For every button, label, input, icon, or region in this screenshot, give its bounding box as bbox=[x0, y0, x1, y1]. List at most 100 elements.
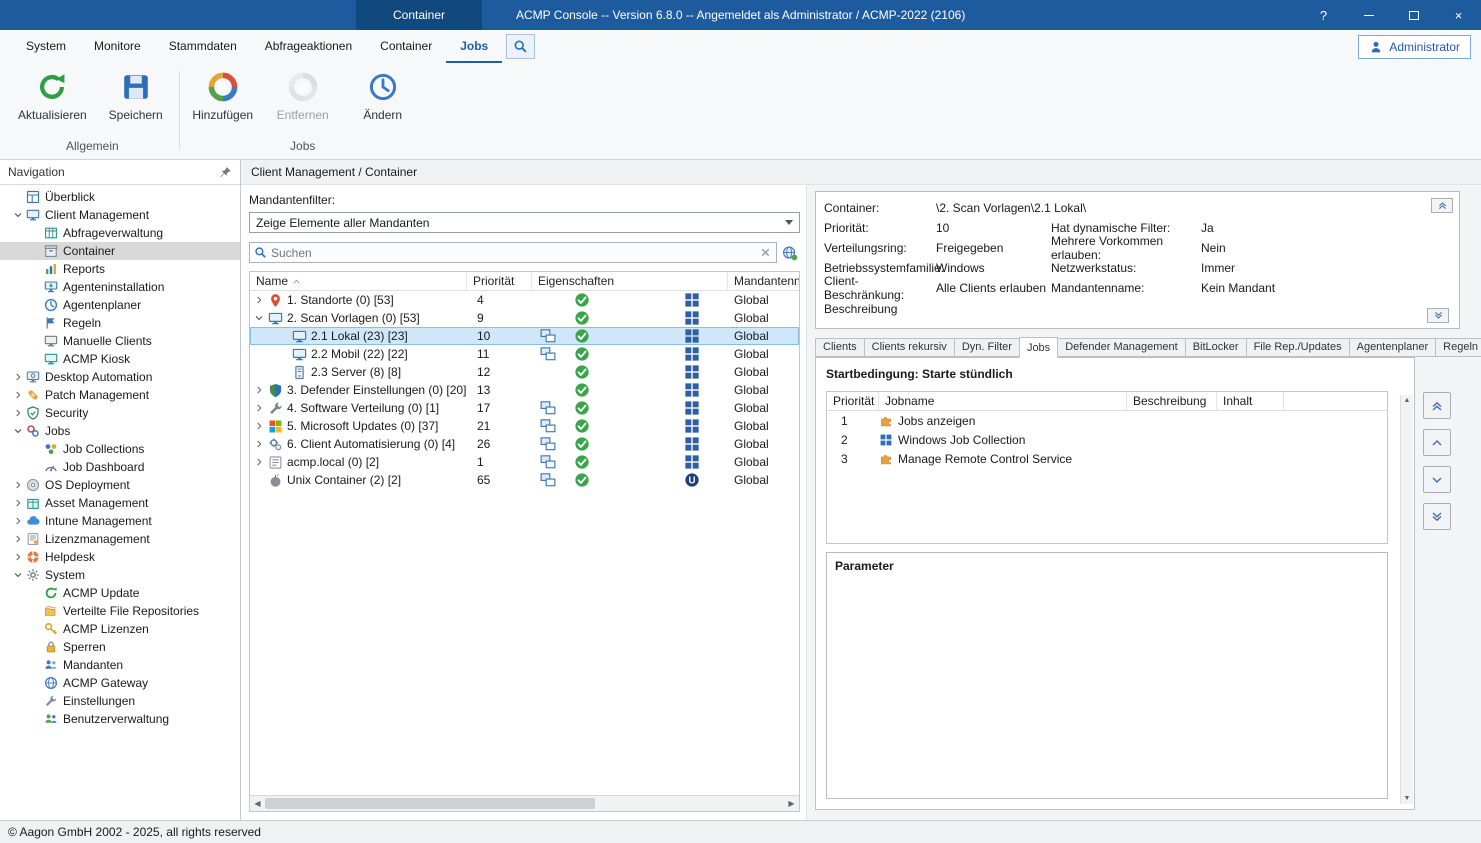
scroll-down-icon[interactable]: ▼ bbox=[1404, 795, 1411, 802]
chevron-right-icon[interactable] bbox=[254, 295, 268, 305]
container-row-3-defender-einstellungen-0-20[interactable]: 3. Defender Einstellungen (0) [20] 13 Gl… bbox=[250, 381, 799, 399]
container-row-acmp-local-0-2[interactable]: acmp.local (0) [2] 1 Global bbox=[250, 453, 799, 471]
nav-item-verteilte-file-repositories[interactable]: Verteilte File Repositories bbox=[0, 602, 240, 620]
nav-item-einstellungen[interactable]: Einstellungen bbox=[0, 692, 240, 710]
chevron-down-icon[interactable] bbox=[10, 425, 26, 437]
administrator-button[interactable]: Administrator bbox=[1358, 35, 1471, 59]
chevron-down-icon[interactable] bbox=[10, 209, 26, 221]
chevron-right-icon[interactable] bbox=[10, 479, 26, 491]
nav-item-job-collections[interactable]: Job Collections bbox=[0, 440, 240, 458]
chevron-right-icon[interactable] bbox=[254, 385, 268, 395]
detail-tab-dyn-filter[interactable]: Dyn. Filter bbox=[954, 338, 1020, 357]
detail-tab-agentenplaner[interactable]: Agentenplaner bbox=[1349, 338, 1437, 357]
nav-item-ueberblick[interactable]: Überblick bbox=[0, 188, 240, 206]
nav-item-agentenplaner[interactable]: Agentenplaner bbox=[0, 296, 240, 314]
menu-tab-jobs[interactable]: Jobs bbox=[446, 30, 502, 63]
ribbon-search-button[interactable] bbox=[506, 34, 535, 59]
move-bottom-button[interactable] bbox=[1423, 503, 1451, 530]
nav-item-regeln[interactable]: Regeln bbox=[0, 314, 240, 332]
scroll-track[interactable] bbox=[265, 796, 784, 811]
detail-tab-clients[interactable]: Clients bbox=[815, 338, 865, 357]
container-row-2-scan-vorlagen-0-53[interactable]: 2. Scan Vorlagen (0) [53] 9 Global bbox=[250, 309, 799, 327]
titlebar-container-tab[interactable]: Container bbox=[356, 0, 482, 30]
detail-tab-bitlocker[interactable]: BitLocker bbox=[1185, 338, 1247, 357]
nav-item-client-management[interactable]: Client Management bbox=[0, 206, 240, 224]
hinzufuegen-button[interactable]: Hinzufügen bbox=[192, 70, 254, 136]
detail-tab-defender-management[interactable]: Defender Management bbox=[1057, 338, 1186, 357]
nav-item-patch-management[interactable]: Patch Management bbox=[0, 386, 240, 404]
nav-item-acmp-gateway[interactable]: ACMP Gateway bbox=[0, 674, 240, 692]
move-top-button[interactable] bbox=[1423, 392, 1451, 419]
column-header-mandantenname[interactable]: Mandantenname bbox=[728, 272, 799, 290]
job-column-prioritaet[interactable]: Priorität bbox=[827, 392, 879, 410]
nav-item-acmp-kiosk[interactable]: ACMP Kiosk bbox=[0, 350, 240, 368]
chevron-right-icon[interactable] bbox=[10, 551, 26, 563]
nav-item-asset-management[interactable]: Asset Management bbox=[0, 494, 240, 512]
container-row-4-software-verteilung-0-1[interactable]: 4. Software Verteilung (0) [1] 17 Global bbox=[250, 399, 799, 417]
scroll-right-icon[interactable]: ▶ bbox=[784, 799, 799, 808]
maximize-button[interactable] bbox=[1391, 0, 1436, 30]
container-row-2-3-server-8-8[interactable]: 2.3 Server (8) [8] 12 Global bbox=[250, 363, 799, 381]
nav-item-security[interactable]: Security bbox=[0, 404, 240, 422]
help-button[interactable]: ? bbox=[1301, 0, 1346, 30]
detail-tab-jobs[interactable]: Jobs bbox=[1019, 337, 1058, 358]
job-column-inhalt[interactable]: Inhalt bbox=[1217, 392, 1284, 410]
search-field[interactable] bbox=[249, 242, 777, 263]
nav-item-agenteninstallation[interactable]: Agenteninstallation bbox=[0, 278, 240, 296]
aendern-button[interactable]: Ändern bbox=[352, 70, 414, 136]
search-input[interactable] bbox=[271, 246, 755, 260]
chevron-right-icon[interactable] bbox=[254, 439, 268, 449]
container-row-2-2-mobil-22-22[interactable]: 2.2 Mobil (22) [22] 11 Global bbox=[250, 345, 799, 363]
container-row-1-standorte-0-53[interactable]: 1. Standorte (0) [53] 4 Global bbox=[250, 291, 799, 309]
chevron-right-icon[interactable] bbox=[10, 533, 26, 545]
nav-item-desktop-automation[interactable]: Desktop Automation bbox=[0, 368, 240, 386]
vertical-scrollbar[interactable]: ▲ ▼ bbox=[1400, 395, 1413, 804]
job-column-beschreibung[interactable]: Beschreibung bbox=[1127, 392, 1217, 410]
menu-tab-system[interactable]: System bbox=[12, 30, 80, 63]
menu-tab-monitore[interactable]: Monitore bbox=[80, 30, 155, 63]
nav-item-manuelle-clients[interactable]: Manuelle Clients bbox=[0, 332, 240, 350]
mandant-filter-select[interactable]: Zeige Elemente aller Mandanten bbox=[249, 212, 800, 233]
scroll-left-icon[interactable]: ◀ bbox=[250, 799, 265, 808]
speichern-button[interactable]: Speichern bbox=[105, 70, 167, 136]
nav-item-lizenzmanagement[interactable]: Lizenzmanagement bbox=[0, 530, 240, 548]
nav-item-acmp-update[interactable]: ACMP Update bbox=[0, 584, 240, 602]
nav-item-job-dashboard[interactable]: Job Dashboard bbox=[0, 458, 240, 476]
nav-item-container[interactable]: Container bbox=[0, 242, 240, 260]
nav-item-abfrageverwaltung[interactable]: Abfrageverwaltung bbox=[0, 224, 240, 242]
expand-details-button[interactable] bbox=[1427, 308, 1449, 323]
close-button[interactable]: × bbox=[1436, 0, 1481, 30]
chevron-right-icon[interactable] bbox=[10, 515, 26, 527]
clear-search-icon[interactable] bbox=[759, 246, 772, 259]
column-header-name[interactable]: Name bbox=[250, 272, 467, 290]
column-header-eigenschaften[interactable]: Eigenschaften bbox=[532, 272, 728, 290]
scroll-up-icon[interactable]: ▲ bbox=[1404, 397, 1411, 404]
nav-item-acmp-lizenzen[interactable]: ACMP Lizenzen bbox=[0, 620, 240, 638]
container-row-2-1-lokal-23-23[interactable]: 2.1 Lokal (23) [23] 10 Global bbox=[250, 327, 799, 345]
job-row-windows-job-collection[interactable]: 2 Windows Job Collection bbox=[827, 430, 1387, 449]
global-search-button[interactable] bbox=[780, 242, 800, 263]
aktualisieren-button[interactable]: Aktualisieren bbox=[18, 70, 87, 136]
chevron-right-icon[interactable] bbox=[254, 457, 268, 467]
nav-item-mandanten[interactable]: Mandanten bbox=[0, 656, 240, 674]
job-column-jobname[interactable]: Jobname bbox=[879, 392, 1127, 410]
detail-tab-regeln[interactable]: Regeln bbox=[1435, 338, 1481, 357]
nav-item-reports[interactable]: Reports bbox=[0, 260, 240, 278]
nav-item-jobs[interactable]: Jobs bbox=[0, 422, 240, 440]
chevron-right-icon[interactable] bbox=[10, 497, 26, 509]
minimize-button[interactable] bbox=[1346, 0, 1391, 30]
nav-item-benutzerverwaltung[interactable]: Benutzerverwaltung bbox=[0, 710, 240, 728]
container-row-5-microsoft-updates-0-37[interactable]: 5. Microsoft Updates (0) [37] 21 Global bbox=[250, 417, 799, 435]
detail-tab-file-rep-updates[interactable]: File Rep./Updates bbox=[1246, 338, 1350, 357]
menu-tab-container[interactable]: Container bbox=[366, 30, 446, 63]
chevron-down-icon[interactable] bbox=[10, 569, 26, 581]
nav-item-sperren[interactable]: Sperren bbox=[0, 638, 240, 656]
move-up-button[interactable] bbox=[1423, 429, 1451, 456]
chevron-right-icon[interactable] bbox=[10, 407, 26, 419]
nav-item-os-deployment[interactable]: OS Deployment bbox=[0, 476, 240, 494]
job-row-jobs-anzeigen[interactable]: 1 Jobs anzeigen bbox=[827, 411, 1387, 430]
pin-icon[interactable] bbox=[219, 166, 232, 179]
job-row-manage-remote-control-service[interactable]: 3 Manage Remote Control Service bbox=[827, 449, 1387, 468]
chevron-right-icon[interactable] bbox=[254, 421, 268, 431]
column-header-prioritaet[interactable]: Priorität bbox=[467, 272, 532, 290]
